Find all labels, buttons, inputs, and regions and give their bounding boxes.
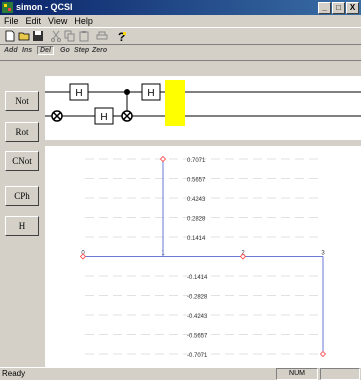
y-tick-label: -0.7071: [187, 353, 208, 359]
cph-gate-button[interactable]: CPh: [5, 186, 39, 206]
maximize-button[interactable]: □: [332, 2, 345, 14]
insert-button[interactable]: Ins: [22, 47, 32, 54]
simulation-toolbar: Add Ins Del Go Step Zero: [0, 44, 361, 61]
save-icon[interactable]: [32, 30, 44, 42]
minimize-button[interactable]: _: [318, 2, 331, 14]
y-tick-label: -0.4243: [187, 314, 208, 320]
not-gate-button[interactable]: Not: [5, 91, 39, 111]
app-icon: [2, 2, 13, 13]
new-file-icon[interactable]: [4, 30, 16, 42]
y-tick-label: 0.4243: [187, 197, 206, 203]
cnot-target-icon: [121, 110, 133, 122]
amplitude-plot-panel: 0.7071 0.5657 0.4243 0.2828 0.1414 -0.1414 -0.…: [45, 146, 361, 367]
go-button[interactable]: Go: [60, 47, 70, 54]
svg-text:?: ?: [118, 30, 125, 42]
add-button[interactable]: Add: [4, 47, 18, 54]
h-gate-button[interactable]: H: [5, 216, 39, 236]
standard-toolbar: ?: [0, 27, 361, 45]
data-point-marker: [159, 155, 167, 163]
open-folder-icon[interactable]: [18, 30, 30, 42]
y-tick-label: -0.2828: [187, 294, 208, 300]
cnot-gate-button[interactable]: CNot: [5, 151, 39, 171]
step-button[interactable]: Step: [74, 47, 89, 54]
x-tick-label: 3: [321, 251, 325, 257]
circuit-editor[interactable]: H H H: [45, 76, 361, 140]
amplitude-chart: 0.7071 0.5657 0.4243 0.2828 0.1414 -0.1414 -0.…: [79, 155, 327, 359]
y-tick-label: 0.5657: [187, 177, 206, 183]
title-bar: simon - QCSI _ □ X: [0, 0, 361, 15]
num-lock-indicator: NUM: [276, 368, 318, 380]
y-tick-label: -0.1414: [187, 275, 208, 281]
status-text: Ready: [2, 369, 26, 378]
menu-help[interactable]: Help: [74, 15, 93, 27]
menu-view[interactable]: View: [48, 15, 67, 27]
status-bar: Ready NUM: [0, 367, 361, 380]
h-gate-label: H: [147, 88, 154, 99]
status-pane: [320, 368, 360, 380]
close-button[interactable]: X: [346, 2, 359, 14]
y-tick-label: 0.2828: [187, 217, 206, 223]
gate-palette: Not Rot CNot CPh H: [0, 61, 45, 367]
data-point-marker: [319, 350, 327, 358]
copy-icon[interactable]: [64, 30, 76, 42]
menu-edit[interactable]: Edit: [26, 15, 42, 27]
cnot-target-icon: [51, 110, 63, 122]
cut-icon[interactable]: [50, 30, 62, 42]
y-tick-label: 0.1414: [187, 236, 206, 242]
h-gate-label: H: [100, 112, 107, 123]
circuit-diagram: H H H: [45, 80, 361, 126]
delete-button[interactable]: Del: [37, 46, 54, 55]
help-icon[interactable]: ?: [116, 30, 128, 44]
menu-bar: File Edit View Help: [0, 15, 361, 27]
h-gate-label: H: [75, 88, 82, 99]
zero-button[interactable]: Zero: [92, 47, 107, 54]
rot-gate-button[interactable]: Rot: [5, 122, 39, 142]
y-tick-label: 0.7071: [187, 158, 206, 164]
menu-file[interactable]: File: [4, 15, 19, 27]
window-title: simon - QCSI: [16, 2, 73, 12]
paste-icon[interactable]: [78, 30, 90, 42]
print-icon[interactable]: [96, 30, 108, 42]
y-tick-label: -0.5657: [187, 334, 208, 340]
